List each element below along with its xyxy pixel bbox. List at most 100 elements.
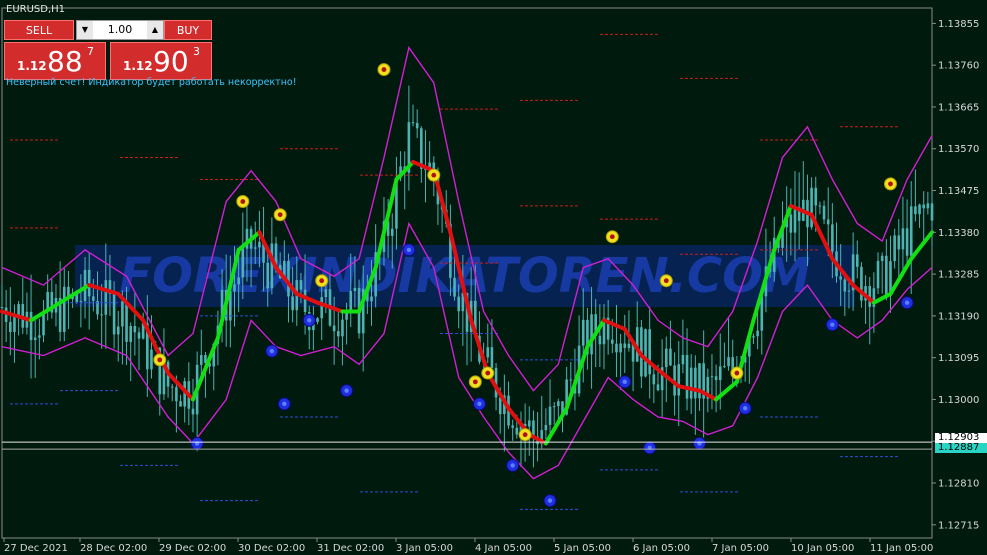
x-tick-label: 5 Jan 05:00 [554,543,611,554]
trend-down-segment [660,371,681,389]
candle-body [905,228,909,256]
y-tick-label: 1.13855 [938,19,979,30]
candle-body [847,290,851,292]
candle-body [664,348,668,368]
candle-body [826,219,830,225]
sell-price-button[interactable]: 1.12 88 7 [4,42,106,80]
y-tick-label: 1.12715 [938,520,979,531]
candle-body [752,336,755,338]
candle-body [689,367,693,399]
x-tick-label: 29 Dec 02:00 [159,543,226,554]
chart-window[interactable]: FOREXINDIKATOREN.COM 1.13855 1.13760 1.1366… [0,0,987,555]
candle-body [266,262,270,289]
sell-price-sup: 7 [87,45,94,58]
candle-body [694,367,697,399]
candle-body [104,280,108,315]
candle-body [714,376,718,381]
sell-signal-center [742,406,748,411]
candle-body [287,260,290,297]
candle-body [843,279,847,292]
sell-signal-center [477,401,482,407]
y-tick-label: 1.13380 [938,228,979,239]
candle-body [33,337,37,341]
buy-signal-center [157,357,163,363]
candle-body [453,277,456,297]
buy-signal-center [472,379,478,385]
candle-body [191,408,195,415]
candle-body [79,301,83,303]
chevron-up-icon[interactable]: ▲ [147,21,163,39]
sell-price-prefix: 1.12 [17,59,47,73]
x-tick-label: 27 Dec 2021 [4,543,68,554]
candle-body [420,128,423,169]
buy-signal-center [485,370,491,376]
lot-size-stepper[interactable]: ▼ 1.00 ▲ [76,20,164,40]
candle-body [511,425,514,428]
buy-signal-center [609,234,615,240]
candle-body [179,401,182,407]
buy-button[interactable]: BUY [164,20,212,40]
candle-body [756,330,759,337]
candle-body [880,255,884,261]
y-tick-label: 1.12810 [938,479,979,490]
candle-body [718,366,722,381]
candle-body [893,235,896,262]
candle-body [241,248,245,278]
candle-body [175,387,178,402]
candle-body [170,386,174,388]
candle-body [789,214,793,233]
candle-body [822,205,826,220]
x-tick-label: 30 Dec 02:00 [238,543,305,554]
buy-signal-center [522,432,528,438]
candle-body [62,286,66,332]
buy-price-prefix: 1.12 [123,59,153,73]
candle-body [258,241,261,248]
chevron-down-icon[interactable]: ▼ [77,21,93,39]
sell-signal-center [282,401,287,407]
candle-body [918,204,921,215]
sell-signal-center [510,463,515,468]
candle-body [855,254,859,267]
candle-body [652,374,656,385]
candle-body [581,319,585,346]
candle-body [611,339,614,344]
sell-price-main: 88 [47,45,83,78]
x-tick-label: 7 Jan 05:00 [712,543,769,554]
sell-button[interactable]: SELL [4,20,74,40]
candle-body [336,331,340,337]
candle-body [233,284,236,292]
candle-body [623,343,627,348]
x-tick-label: 3 Jan 05:00 [396,543,453,554]
candle-body [710,376,714,378]
buy-signal-center [240,199,246,204]
symbol-title: EURUSD,H1 [6,4,66,15]
candle-body [129,326,133,342]
candle-body [723,366,726,368]
candle-body [199,355,203,365]
candle-body [112,294,116,335]
candle-body [133,326,137,333]
candle-body [457,296,460,312]
sell-signal-center [269,348,275,354]
lot-size-input[interactable]: 1.00 [93,21,147,39]
candle-body [316,318,319,322]
x-tick-label: 28 Dec 02:00 [80,543,147,554]
y-tick-label: 1.13665 [938,102,979,113]
buy-signal-center [277,212,283,218]
one-click-trading-panel: SELL ▼ 1.00 ▲ BUY 1.12 88 7 1.12 90 3 [4,20,212,80]
x-tick-label: 4 Jan 05:00 [475,543,532,554]
trend-up-segment [909,230,934,261]
candle-body [685,354,689,399]
buy-signal-center [663,278,669,284]
candle-body [116,326,120,335]
candle-body [648,329,651,375]
candle-body [324,289,328,298]
x-tick-label: 10 Jan 05:00 [791,543,854,554]
candle-body [922,204,925,209]
trend-up-segment [564,344,590,411]
candle-body [13,315,16,332]
candle-body [9,321,12,332]
candle-body [818,205,822,207]
candle-body [677,364,681,396]
buy-price-button[interactable]: 1.12 90 3 [110,42,212,80]
